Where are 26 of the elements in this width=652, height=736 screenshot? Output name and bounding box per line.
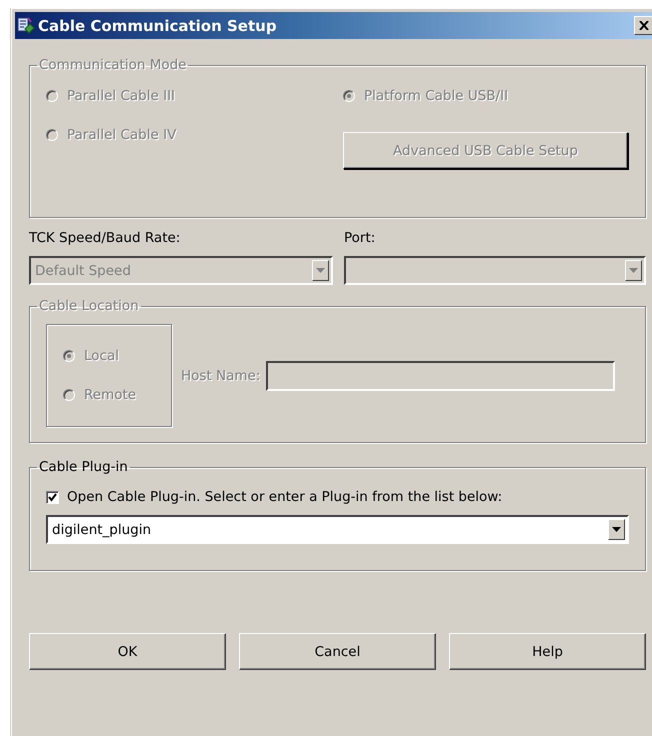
radio-label: Parallel Cable IV (67, 126, 176, 142)
dialog-button[interactable]: Help (449, 633, 646, 670)
group-label: Cable Location (38, 297, 140, 315)
caret-icon (316, 268, 325, 273)
dropdown-field[interactable]: digilent_plugin (46, 515, 629, 544)
radio-label: Parallel Cable III (67, 88, 176, 104)
window-title: Cable Communication Setup (38, 16, 278, 34)
input-field[interactable] (266, 360, 616, 390)
caret-icon (629, 268, 638, 273)
field-label: TCK Speed/Baud Rate: (29, 230, 182, 246)
app-icon (17, 16, 35, 34)
field-label: Port: (344, 230, 376, 246)
dialog-button[interactable]: Cancel (239, 633, 436, 670)
group-label: Cable Plug-in (38, 458, 129, 476)
group-label: Communication Mode (38, 56, 188, 74)
caret-icon (612, 527, 621, 532)
checkbox[interactable] (46, 490, 59, 504)
close-icon (638, 21, 648, 30)
checkbox-label: Open Cable Plug-in. Select or enter a Plug-in from the list below: (67, 489, 502, 505)
dialog-button[interactable]: OK (29, 633, 226, 670)
close-button[interactable] (634, 16, 652, 35)
radio-label: Platform Cable USB/II (364, 88, 508, 104)
radio-label: Local (84, 348, 119, 364)
field-label: Host Name: (181, 368, 260, 384)
dropdown-button[interactable] (608, 519, 625, 540)
radio-label: Remote (84, 387, 136, 403)
